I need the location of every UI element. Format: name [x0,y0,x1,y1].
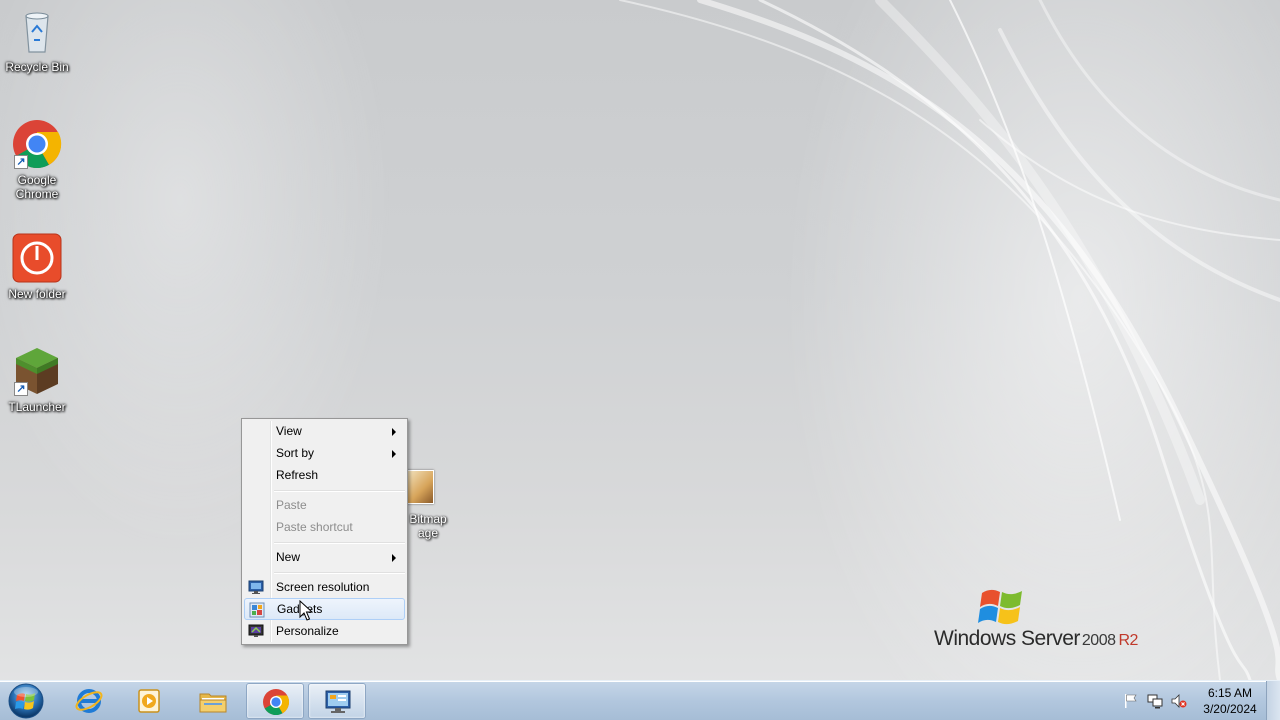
menu-separator [274,490,405,492]
desktop-icon-google-chrome[interactable]: ↗ Google Chrome [0,119,74,201]
action-center-flag-icon[interactable] [1123,693,1139,709]
brand-version: 2008 [1081,632,1116,649]
personalize-icon [248,623,264,639]
media-player-icon [138,689,160,713]
system-clock[interactable]: 6:15 AM 3/20/2024 [1196,685,1264,717]
chrome-icon [263,689,290,716]
chrome-icon: ↗ [12,119,62,169]
menu-item-gadgets[interactable]: Gadgets [244,598,405,620]
menu-separator [274,572,405,574]
bitmap-image-icon [404,470,434,504]
taskbar-button-internet-explorer[interactable] [60,683,118,719]
clock-time: 6:15 AM [1207,686,1253,700]
submenu-arrow-icon [392,450,396,458]
menu-item-new[interactable]: New [244,546,405,568]
menu-item-label: Refresh [276,468,319,482]
desktop-icon-recycle-bin[interactable]: Recycle Bin [0,6,74,74]
brand-release: R2 [1118,632,1138,649]
desktop-icon-label: Recycle Bin [5,60,69,74]
desktop-icon-label: New folder [8,287,66,301]
menu-item-label: Screen resolution [276,580,370,594]
mouse-cursor-icon [299,600,313,621]
power-icon [12,233,62,283]
taskbar-button-control-panel[interactable] [308,683,366,719]
taskbar-button-file-explorer[interactable] [184,683,242,719]
desktop-icon-new-folder[interactable]: New folder [0,233,74,301]
show-desktop-button[interactable] [1266,681,1280,720]
menu-separator [274,542,405,544]
desktop-icon-label: Google Chrome [15,173,59,201]
menu-item-refresh[interactable]: Refresh [244,464,405,486]
windows-logo-icon [978,589,1022,625]
desktop-context-menu: View Sort by Refresh Paste Paste shortcu… [241,418,408,645]
brand-name: Windows Server [934,627,1080,650]
menu-item-label: Personalize [276,624,339,638]
menu-item-sort-by[interactable]: Sort by [244,442,405,464]
menu-item-paste-shortcut: Paste shortcut [244,516,405,538]
taskbar: 6:15 AM 3/20/2024 [0,680,1280,720]
taskbar-button-chrome[interactable] [246,683,304,719]
submenu-arrow-icon [392,554,396,562]
windows-server-branding: Windows Server 2008 R2 [934,585,1174,655]
taskbar-button-media-player[interactable] [120,683,178,719]
menu-item-label: New [276,550,301,564]
file-explorer-icon [199,693,227,713]
menu-item-personalize[interactable]: Personalize [244,620,405,642]
start-button[interactable] [4,682,48,720]
menu-item-label: Paste [276,498,307,512]
menu-item-view[interactable]: View [244,420,405,442]
shortcut-arrow-icon: ↗ [14,382,28,396]
network-icon[interactable] [1147,693,1163,709]
internet-explorer-icon [75,689,103,713]
submenu-arrow-icon [392,428,396,436]
shortcut-arrow-icon: ↗ [14,155,28,169]
menu-item-label: Sort by [276,446,315,460]
monitor-icon [248,579,264,595]
gadgets-icon [249,602,265,618]
volume-muted-icon[interactable] [1171,693,1187,709]
recycle-bin-icon [12,6,62,56]
desktop-icon-label: TLauncher [8,400,66,414]
menu-item-label: Paste shortcut [276,520,353,534]
menu-item-paste: Paste [244,494,405,516]
menu-item-screen-resolution[interactable]: Screen resolution [244,576,405,598]
control-panel-icon [325,690,351,713]
clock-date: 3/20/2024 [1203,702,1257,716]
minecraft-grass-block-icon: ↗ [12,346,62,396]
desktop-icon-tlauncher[interactable]: ↗ TLauncher [0,346,74,414]
wallpaper-light-streaks [619,0,1280,680]
windows-orb-icon [8,683,44,719]
menu-item-label: View [276,424,302,438]
